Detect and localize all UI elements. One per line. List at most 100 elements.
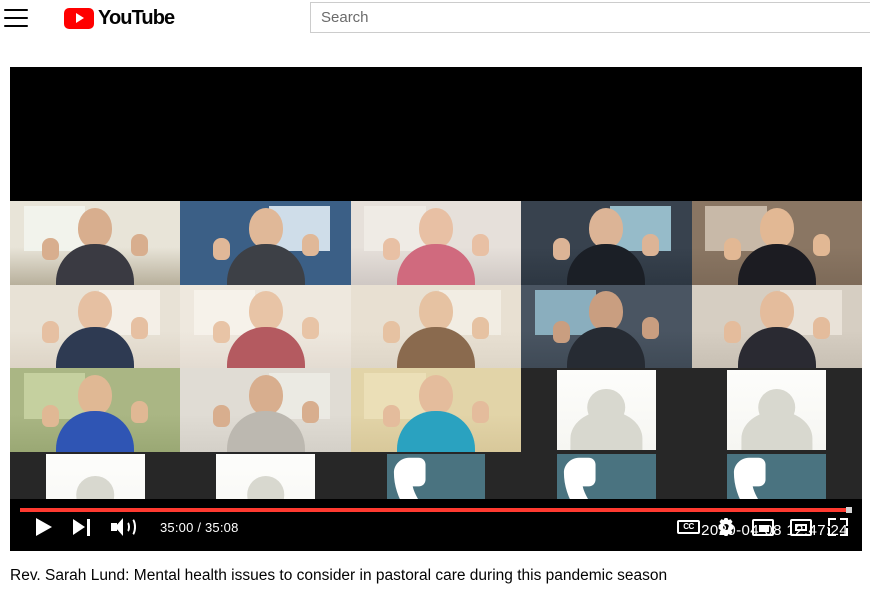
meeting-tile-participant-video <box>10 200 181 285</box>
youtube-logo-text: YouTube <box>98 6 175 29</box>
next-video-icon <box>73 518 90 536</box>
play-button[interactable] <box>36 518 52 536</box>
participant-torso <box>226 243 305 285</box>
participant-torso <box>226 411 305 453</box>
search-input[interactable] <box>310 2 870 33</box>
meeting-tile-participant-video <box>691 284 862 369</box>
video-player[interactable]: 35:00 / 35:08 CC 2020-04-08 12:47:24 <box>10 67 862 551</box>
settings-button[interactable] <box>716 517 736 537</box>
avatar-body-icon <box>570 411 642 451</box>
participant-raised-hand <box>471 401 489 424</box>
fullscreen-corner <box>840 528 848 536</box>
participant-silhouette <box>723 291 830 369</box>
meeting-tile-avatar-placeholder <box>521 368 692 453</box>
meeting-tile-participant-video <box>180 200 351 285</box>
participant-silhouette <box>212 375 319 453</box>
miniplayer-inset <box>759 524 769 532</box>
meeting-tile-participant-video <box>10 368 181 453</box>
participant-raised-hand <box>812 317 830 340</box>
participant-raised-hand <box>553 237 571 260</box>
fullscreen-corner <box>828 518 836 526</box>
participant-raised-hand <box>382 405 400 428</box>
participant-raised-hand <box>723 237 741 260</box>
participant-raised-hand <box>42 237 60 260</box>
meeting-tile-participant-video <box>350 284 522 369</box>
participant-room-background <box>350 284 522 369</box>
video-stage <box>10 67 862 551</box>
participant-torso <box>396 411 475 453</box>
participant-head <box>759 291 794 332</box>
participant-torso <box>56 243 135 285</box>
participant-raised-hand <box>212 405 230 428</box>
participant-head <box>589 207 624 248</box>
volume-icon <box>111 517 136 537</box>
avatar-card <box>727 370 827 451</box>
participant-raised-hand <box>812 233 830 256</box>
participant-head <box>78 375 113 416</box>
next-bar <box>87 518 90 536</box>
youtube-logo[interactable]: YouTube <box>64 6 175 30</box>
avatar-body-icon <box>741 411 813 451</box>
volume-button[interactable] <box>111 517 136 537</box>
participant-head <box>78 207 113 248</box>
participant-room-background <box>691 284 862 369</box>
participant-head <box>759 207 794 248</box>
meeting-grid <box>10 117 862 551</box>
gear-icon <box>716 517 736 537</box>
participant-silhouette <box>553 207 660 285</box>
participant-room-background <box>180 200 351 285</box>
closed-captions-icon: CC <box>677 520 700 534</box>
participant-raised-hand <box>42 405 60 428</box>
progress-bar[interactable] <box>20 507 852 513</box>
participant-silhouette <box>382 207 489 285</box>
hamburger-bar <box>4 25 28 27</box>
theater-mode-icon <box>790 518 812 536</box>
fullscreen-corner <box>828 528 836 536</box>
meeting-tile-participant-video <box>691 200 862 285</box>
participant-raised-hand <box>642 317 660 340</box>
hamburger-menu-icon[interactable] <box>4 9 28 27</box>
fullscreen-corner <box>840 518 848 526</box>
participant-raised-hand <box>131 317 149 340</box>
hamburger-bar <box>4 9 28 11</box>
meeting-tile-participant-video <box>180 284 351 369</box>
participant-room-background <box>180 368 351 453</box>
captions-button[interactable]: CC <box>677 520 700 534</box>
participant-raised-hand <box>382 237 400 260</box>
participant-silhouette <box>42 207 149 285</box>
play-triangle <box>76 13 84 23</box>
theater-mode-button[interactable] <box>790 518 812 536</box>
participant-raised-hand <box>212 321 230 344</box>
participant-torso <box>737 327 816 369</box>
participant-head <box>248 291 283 332</box>
participant-head <box>418 375 453 416</box>
speaker-cone <box>115 518 123 536</box>
player-controls-bar: 35:00 / 35:08 CC 2020-04-08 12:47:24 <box>10 499 862 551</box>
participant-raised-hand <box>471 233 489 256</box>
participant-raised-hand <box>471 317 489 340</box>
participant-room-background <box>10 368 181 453</box>
participant-silhouette <box>382 375 489 453</box>
avatar-card <box>556 370 656 451</box>
fullscreen-button[interactable] <box>828 518 848 536</box>
progress-bar-fill <box>20 508 849 512</box>
participant-raised-hand <box>131 401 149 424</box>
next-video-button[interactable] <box>73 518 90 536</box>
participant-raised-hand <box>42 321 60 344</box>
participant-silhouette <box>42 291 149 369</box>
miniplayer-button[interactable] <box>752 518 774 536</box>
participant-head <box>248 207 283 248</box>
participant-room-background <box>521 200 692 285</box>
progress-bar-scrubber[interactable] <box>845 507 852 513</box>
meeting-tile-empty <box>180 117 351 201</box>
participant-silhouette <box>553 291 660 369</box>
participant-silhouette <box>382 291 489 369</box>
participant-torso <box>56 411 135 453</box>
meeting-tile-participant-video <box>10 284 181 369</box>
participant-head <box>418 291 453 332</box>
play-icon <box>36 518 52 536</box>
theater-inset <box>795 523 807 531</box>
search-box[interactable] <box>310 2 870 33</box>
participant-raised-hand <box>301 317 319 340</box>
next-triangle <box>73 518 85 535</box>
